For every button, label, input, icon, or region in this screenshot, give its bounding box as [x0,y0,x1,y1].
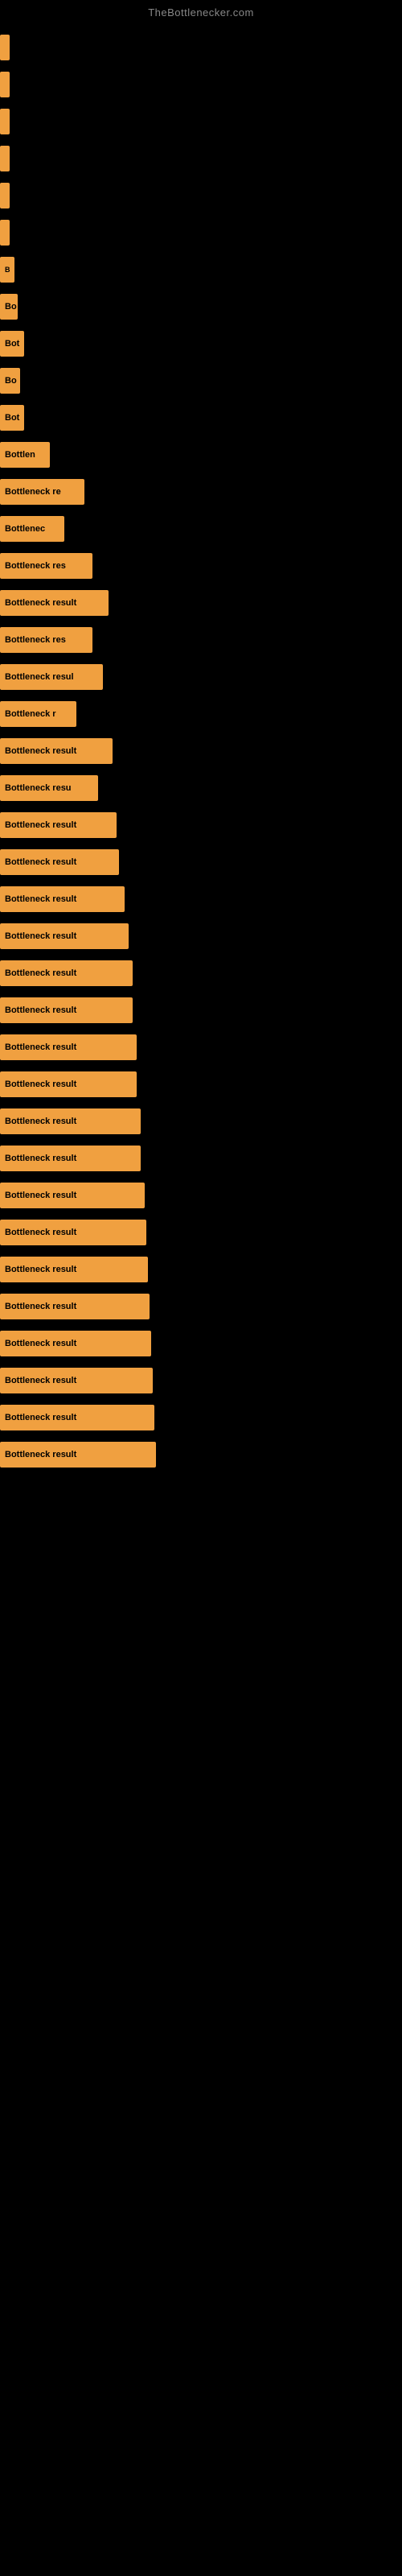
bar-label-19: Bottleneck r [0,701,76,727]
bar-row-19: Bottleneck r [0,696,402,732]
bar-row-12: Bottlen [0,437,402,473]
bar-label-32: Bottleneck result [0,1183,145,1208]
bar-row-39: Bottleneck result [0,1437,402,1472]
bar-label-11: Bot [0,405,24,431]
bar-row-14: Bottlenec [0,511,402,547]
bar-label-34: Bottleneck result [0,1257,148,1282]
bar-label-25: Bottleneck result [0,923,129,949]
bar-row-23: Bottleneck result [0,844,402,880]
bar-label-28: Bottleneck result [0,1034,137,1060]
bar-row-21: Bottleneck resu [0,770,402,806]
bar-label-30: Bottleneck result [0,1108,141,1134]
bar-row-31: Bottleneck result [0,1141,402,1176]
bar-row-13: Bottleneck re [0,474,402,510]
bar-row-32: Bottleneck result [0,1178,402,1213]
bar-row-3 [0,104,402,139]
bar-label-23: Bottleneck result [0,849,119,875]
bar-row-33: Bottleneck result [0,1215,402,1250]
bar-row-7: B [0,252,402,287]
bar-label-15: Bottleneck res [0,553,92,579]
bar-label-21: Bottleneck resu [0,775,98,801]
bar-row-9: Bot [0,326,402,361]
bar-row-30: Bottleneck result [0,1104,402,1139]
bar-label-5 [0,183,10,208]
bars-container: B Bo Bot Bo Bot Bottlen Bottleneck re Bottlenec… [0,22,402,1474]
bar-label-29: Bottleneck result [0,1071,137,1097]
bar-label-35: Bottleneck result [0,1294,150,1319]
bar-label-12: Bottlen [0,442,50,468]
bar-label-16: Bottleneck result [0,590,109,616]
bar-label-27: Bottleneck result [0,997,133,1023]
bar-label-14: Bottlenec [0,516,64,542]
bar-label-20: Bottleneck result [0,738,113,764]
bar-label-8: Bo [0,294,18,320]
bar-label-26: Bottleneck result [0,960,133,986]
bar-row-10: Bo [0,363,402,398]
bar-label-33: Bottleneck result [0,1220,146,1245]
bar-row-28: Bottleneck result [0,1030,402,1065]
bar-row-15: Bottleneck res [0,548,402,584]
bar-row-38: Bottleneck result [0,1400,402,1435]
bar-label-37: Bottleneck result [0,1368,153,1393]
bar-row-8: Bo [0,289,402,324]
bar-label-36: Bottleneck result [0,1331,151,1356]
bar-label-17: Bottleneck res [0,627,92,653]
bar-label-38: Bottleneck result [0,1405,154,1430]
bar-row-34: Bottleneck result [0,1252,402,1287]
bar-row-35: Bottleneck result [0,1289,402,1324]
bar-row-11: Bot [0,400,402,436]
bar-row-27: Bottleneck result [0,993,402,1028]
bar-label-2 [0,72,10,97]
bar-row-6 [0,215,402,250]
bar-row-25: Bottleneck result [0,919,402,954]
bar-row-22: Bottleneck result [0,807,402,843]
bar-row-29: Bottleneck result [0,1067,402,1102]
bar-label-7: B [0,257,14,283]
bar-row-36: Bottleneck result [0,1326,402,1361]
bar-label-3 [0,109,10,134]
bar-row-5 [0,178,402,213]
bar-row-24: Bottleneck result [0,881,402,917]
bar-label-10: Bo [0,368,20,394]
bar-row-1 [0,30,402,65]
bar-label-18: Bottleneck resul [0,664,103,690]
bar-label-22: Bottleneck result [0,812,117,838]
bar-row-4 [0,141,402,176]
bar-label-9: Bot [0,331,24,357]
bar-label-6 [0,220,10,246]
bar-row-26: Bottleneck result [0,956,402,991]
bar-row-17: Bottleneck res [0,622,402,658]
bar-label-24: Bottleneck result [0,886,125,912]
bar-row-2 [0,67,402,102]
bar-label-31: Bottleneck result [0,1146,141,1171]
bar-label-4 [0,146,10,171]
bar-row-37: Bottleneck result [0,1363,402,1398]
bar-label-1 [0,35,10,60]
bar-row-18: Bottleneck resul [0,659,402,695]
bar-label-13: Bottleneck re [0,479,84,505]
site-title: TheBottlenecker.com [0,0,402,22]
bar-row-16: Bottleneck result [0,585,402,621]
bar-label-39: Bottleneck result [0,1442,156,1468]
bar-row-20: Bottleneck result [0,733,402,769]
